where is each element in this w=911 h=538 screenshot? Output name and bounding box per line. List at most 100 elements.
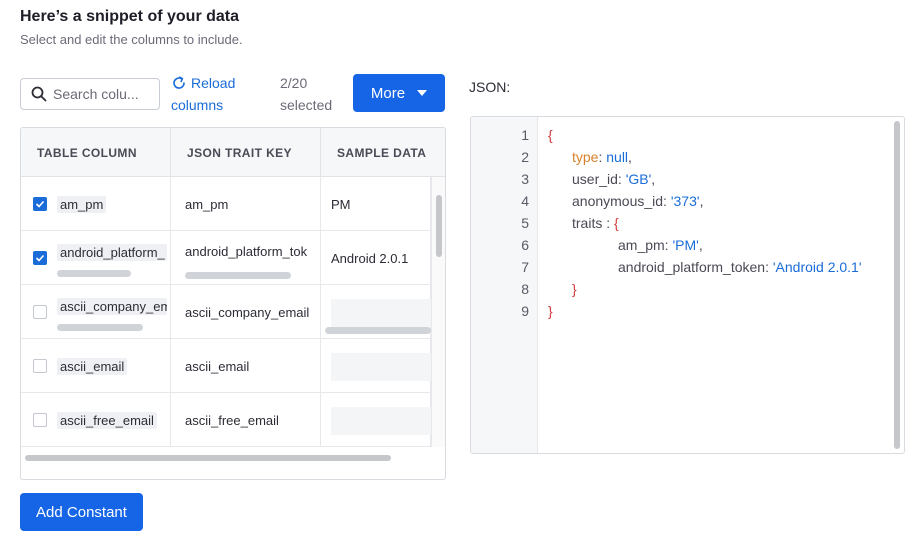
- trait-key-cell[interactable]: ascii_company_email: [171, 285, 321, 339]
- selected-count-label: selected: [280, 97, 333, 113]
- reload-label-line2: columns: [171, 97, 224, 113]
- json-line-user-id: user_id: 'GB',: [572, 171, 655, 187]
- more-label: More: [370, 84, 406, 102]
- trait-key: ascii_free_email: [185, 412, 279, 428]
- line-number: 5: [521, 215, 529, 231]
- sample-placeholder: [331, 353, 431, 381]
- column-name: ascii_free_email: [57, 411, 157, 429]
- json-value: 'GB': [625, 171, 652, 187]
- reload-label-line1: Reload: [191, 75, 236, 91]
- column-name: ascii_company_em: [57, 297, 167, 315]
- json-comma: ,: [628, 149, 632, 165]
- json-line-anonymous-id: anonymous_id: '373',: [572, 193, 703, 209]
- sample-data-cell: [321, 339, 431, 393]
- table-row: ascii_company_em ascii_company_email: [21, 285, 431, 339]
- row-checkbox[interactable]: [33, 413, 47, 427]
- header-table-column: TABLE COLUMN: [21, 128, 171, 177]
- json-key: am_pm:: [618, 237, 673, 253]
- line-number: 3: [521, 171, 529, 187]
- reload-columns-button[interactable]: Reload columns: [171, 72, 251, 116]
- json-open-brace: {: [548, 127, 553, 143]
- caret-down-icon: [417, 90, 428, 96]
- truncation-bar: [57, 324, 143, 331]
- table-column-cell: ascii_email: [21, 339, 171, 393]
- column-name: android_platform_: [57, 243, 167, 261]
- truncation-bar: [325, 327, 431, 334]
- table-row: ascii_email ascii_email: [21, 339, 431, 393]
- header-json-trait-key: JSON TRAIT KEY: [171, 128, 321, 177]
- table-vertical-scrollbar[interactable]: [431, 177, 445, 447]
- page-subtitle: Select and edit the columns to include.: [20, 32, 243, 47]
- line-number: 6: [521, 237, 529, 253]
- trait-key: ascii_company_email: [185, 304, 310, 320]
- search-box[interactable]: [20, 78, 160, 110]
- json-value: null: [606, 149, 629, 165]
- check-icon: [35, 200, 45, 208]
- json-key: traits :: [572, 215, 615, 231]
- table-horizontal-scrollbar[interactable]: [25, 455, 391, 461]
- sample-data-cell: [321, 393, 431, 447]
- json-key: android_platform_token:: [618, 259, 773, 275]
- truncation-bar: [57, 270, 131, 277]
- line-number: 7: [521, 259, 529, 275]
- trait-key-cell[interactable]: android_platform_tok: [171, 231, 321, 285]
- trait-key-cell[interactable]: am_pm: [171, 177, 321, 231]
- json-vertical-scrollbar[interactable]: [894, 121, 900, 449]
- table-column-cell: ascii_company_em: [21, 285, 171, 339]
- json-comma: ,: [698, 237, 703, 253]
- line-number: 2: [521, 149, 529, 165]
- line-number: 4: [521, 193, 529, 209]
- trait-key-cell[interactable]: ascii_email: [171, 339, 321, 393]
- sample-value: Android 2.0.1: [331, 250, 409, 266]
- column-name: ascii_email: [57, 357, 128, 375]
- row-checkbox[interactable]: [33, 251, 47, 265]
- sample-placeholder: [331, 407, 431, 435]
- json-line-android: android_platform_token: 'Android 2.0.1': [618, 259, 862, 275]
- line-number: 1: [521, 127, 529, 143]
- more-dropdown-button[interactable]: More: [353, 74, 445, 112]
- json-label: JSON:: [469, 79, 511, 95]
- search-icon: [31, 86, 47, 102]
- json-preview: 1 2 3 4 5 6 7 8 9 { type: null, user_id:…: [470, 116, 905, 454]
- line-number: 9: [521, 303, 529, 319]
- table-body: am_pm am_pm PM android_platform_ android…: [21, 177, 431, 447]
- json-line-type: type: null,: [572, 149, 632, 165]
- json-line-traits: traits : {: [572, 215, 619, 231]
- trait-key: am_pm: [185, 196, 229, 212]
- table-row: ascii_free_email ascii_free_email: [21, 393, 431, 447]
- trait-key-cell[interactable]: ascii_free_email: [171, 393, 321, 447]
- json-close-brace: }: [572, 281, 577, 297]
- row-checkbox[interactable]: [33, 359, 47, 373]
- add-constant-button[interactable]: Add Constant: [20, 493, 143, 531]
- trait-key: android_platform_tok: [185, 243, 308, 259]
- trait-key: ascii_email: [185, 358, 250, 374]
- table-vertical-scroll-thumb[interactable]: [436, 195, 442, 257]
- column-name: am_pm: [57, 195, 107, 213]
- table-header: TABLE COLUMN JSON TRAIT KEY SAMPLE DATA: [21, 128, 445, 177]
- json-close-brace: }: [548, 303, 553, 319]
- sample-value: PM: [331, 196, 351, 212]
- json-key: user_id:: [572, 171, 626, 187]
- table-column-cell: android_platform_: [21, 231, 171, 285]
- table-row: android_platform_ android_platform_tok A…: [21, 231, 431, 285]
- json-brace: {: [614, 215, 619, 231]
- columns-table: TABLE COLUMN JSON TRAIT KEY SAMPLE DATA …: [20, 127, 446, 480]
- json-value: 'PM': [672, 237, 699, 253]
- truncation-bar: [185, 272, 291, 279]
- search-input[interactable]: [53, 86, 157, 102]
- sample-data-cell: [321, 285, 431, 339]
- table-column-cell: ascii_free_email: [21, 393, 171, 447]
- json-value: 'Android 2.0.1': [772, 259, 862, 275]
- table-column-cell: am_pm: [21, 177, 171, 231]
- json-line-am-pm: am_pm: 'PM',: [618, 237, 703, 253]
- table-row: am_pm am_pm PM: [21, 177, 431, 231]
- header-sample-data: SAMPLE DATA: [337, 145, 427, 160]
- refresh-icon: [173, 76, 185, 89]
- json-key: anonymous_id:: [572, 193, 671, 209]
- row-checkbox[interactable]: [33, 305, 47, 319]
- sample-data-cell: Android 2.0.1: [321, 231, 431, 285]
- json-comma: ,: [699, 193, 704, 209]
- json-comma: ,: [651, 171, 656, 187]
- check-icon: [35, 254, 45, 262]
- row-checkbox[interactable]: [33, 197, 47, 211]
